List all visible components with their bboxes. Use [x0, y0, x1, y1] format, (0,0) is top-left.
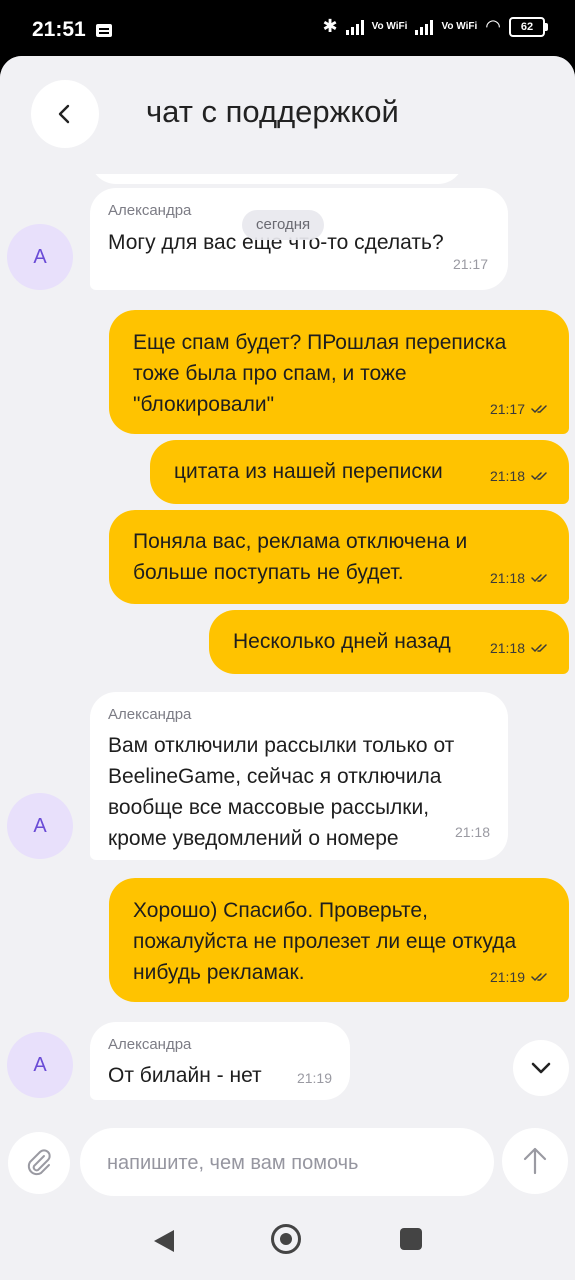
message-time: 21:18: [489, 468, 525, 484]
system-navigation-bar: [0, 1206, 575, 1280]
message-time: 21:18: [489, 640, 525, 656]
double-check-icon: [531, 973, 547, 982]
chat-screen: чат с поддержкой сегодня А Александра Мо…: [0, 56, 575, 1280]
page-title: чат с поддержкой: [146, 94, 399, 129]
paperclip-icon: [27, 1149, 51, 1176]
message-text-line: нибудь рекламак.: [133, 961, 305, 984]
double-check-icon: [531, 405, 547, 414]
message-text-line: Вам отключили рассылки только от: [108, 734, 455, 757]
message-time: 21:19: [296, 1070, 332, 1086]
wifi-icon: ◠: [485, 16, 501, 37]
nav-home-icon[interactable]: [271, 1224, 301, 1254]
message-text-line: вообще все массовые рассылки,: [108, 796, 430, 819]
message-bubble-outgoing: Несколько дней назад 21:18: [209, 610, 569, 674]
vowifi-label: Vo WiFi: [371, 20, 408, 32]
status-icons: ✱ Vo WiFi Vo WiFi ◠ 62: [322, 16, 548, 37]
sender-name: Александра: [108, 706, 192, 723]
message-text-line: Хорошо) Спасибо. Проверьте,: [133, 899, 428, 922]
scroll-down-button[interactable]: [513, 1040, 569, 1096]
message-text-line: "блокировали": [133, 393, 275, 416]
message-bubble-incoming: Александра От билайн - нет 21:19: [90, 1022, 350, 1100]
message-time: 21:19: [489, 969, 525, 985]
message-time: 21:17: [452, 256, 488, 272]
message-text-line: тоже была про спам, и тоже: [133, 362, 407, 385]
nav-back-icon[interactable]: [152, 1228, 176, 1254]
message-bubble-outgoing: Еще спам будет? ПРошлая переписка тоже б…: [109, 310, 569, 434]
avatar: А: [7, 1032, 73, 1098]
message-text-line: Еще спам будет? ПРошлая переписка: [133, 331, 507, 354]
send-button[interactable]: [502, 1128, 568, 1194]
message-bubble-outgoing: Поняла вас, реклама отключена и больше п…: [109, 510, 569, 604]
message-time: 21:17: [489, 401, 525, 417]
message-bubble-outgoing: Хорошо) Спасибо. Проверьте, пожалуйста н…: [109, 878, 569, 1002]
chevron-left-icon: [58, 104, 70, 124]
message-text-line: BeelineGame, сейчас я отключила: [108, 765, 442, 788]
message-time: 21:18: [454, 824, 490, 840]
message-bubble-incoming: Александра Вам отключили рассылки только…: [90, 692, 508, 860]
message-text-line: больше поступать не будет.: [133, 561, 404, 584]
chevron-down-icon: [531, 1062, 551, 1074]
double-check-icon: [531, 472, 547, 481]
message-time: 21:18: [489, 570, 525, 586]
status-bar: 21:51 ✱ Vo WiFi Vo WiFi ◠ 62: [0, 0, 575, 62]
chat-header: чат с поддержкой: [0, 56, 575, 174]
message-text-line: Поняла вас, реклама отключена и: [133, 530, 468, 553]
avatar: А: [7, 793, 73, 859]
date-divider: сегодня: [242, 210, 325, 240]
signal-icon-2: [415, 19, 434, 35]
signal-icon: [345, 19, 364, 35]
arrow-up-icon: [523, 1147, 547, 1175]
message-bubble-outgoing: цитата из нашей переписки 21:18: [150, 440, 569, 504]
message-input[interactable]: [105, 1128, 489, 1198]
sender-name: Александра: [108, 1036, 192, 1053]
status-time: 21:51: [32, 18, 86, 41]
double-check-icon: [531, 574, 547, 583]
attach-button[interactable]: [8, 1132, 70, 1194]
back-button[interactable]: [31, 80, 99, 148]
double-check-icon: [531, 644, 547, 653]
battery-indicator: 62: [509, 16, 548, 37]
message-composer: [0, 1122, 575, 1204]
bluetooth-icon: ✱: [322, 16, 338, 37]
message-notification-icon: [96, 24, 112, 37]
vowifi-label-2: Vo WiFi: [441, 20, 478, 32]
avatar: А: [7, 224, 73, 290]
message-input-wrapper: [80, 1128, 494, 1198]
message-text-line: пожалуйста не пролезет ли еще откуда: [133, 930, 517, 953]
nav-recents-icon[interactable]: [400, 1228, 422, 1250]
message-text-line: кроме уведомлений о номере: [108, 827, 399, 850]
